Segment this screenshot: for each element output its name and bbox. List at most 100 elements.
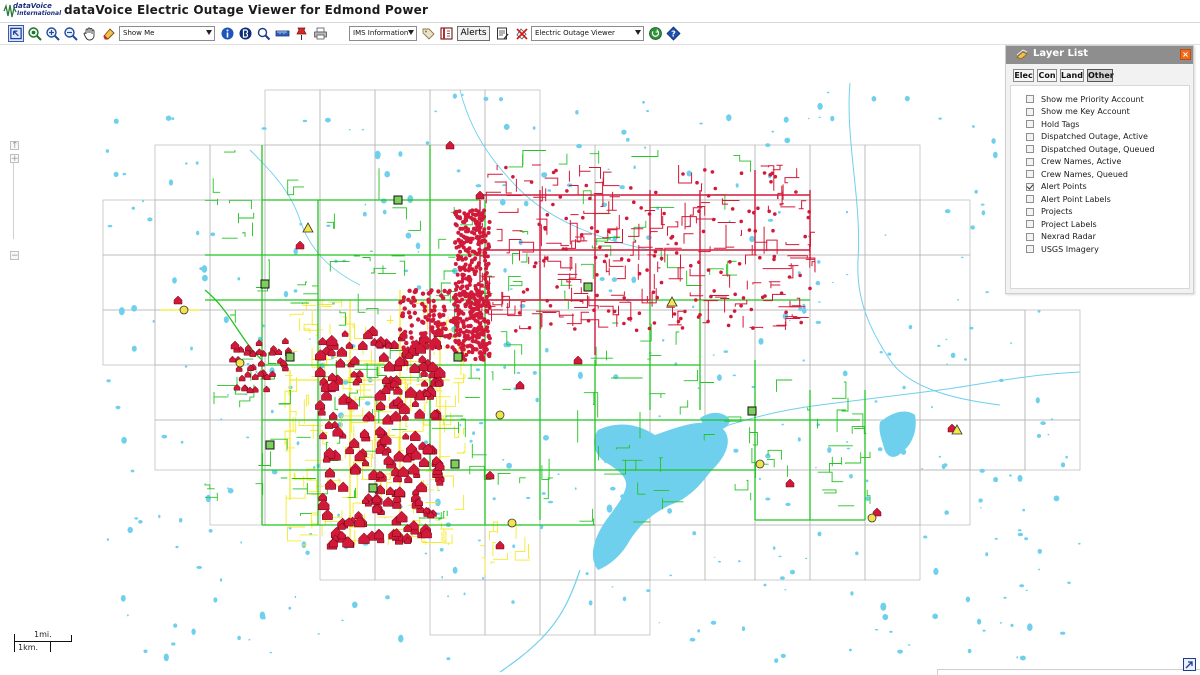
outage-point-icon[interactable] [683,309,687,314]
outage-point-icon[interactable] [477,247,482,252]
outage-point-icon[interactable] [595,293,599,298]
outage-point-icon[interactable] [529,180,534,184]
outage-point-icon[interactable] [458,249,463,254]
outage-point-icon[interactable] [674,251,679,255]
transformer-icon[interactable] [179,305,189,315]
outage-house-icon[interactable] [244,370,252,378]
outage-house-icon[interactable] [230,340,240,350]
outage-point-icon[interactable] [461,319,466,324]
outage-point-icon[interactable] [436,345,442,351]
outage-point-icon[interactable] [465,236,470,241]
outage-point-icon[interactable] [460,279,464,284]
hyperlink-icon[interactable] [237,25,253,42]
outage-point-icon[interactable] [747,209,751,214]
outage-house-icon[interactable] [324,420,333,429]
layer-row[interactable]: Dispatched Outage, Queued [1026,143,1155,155]
outage-house-icon[interactable] [327,372,337,382]
outage-point-icon[interactable] [647,326,652,331]
outage-point-icon[interactable] [441,326,446,331]
layer-checkbox[interactable] [1026,157,1034,166]
outage-point-icon[interactable] [787,275,792,279]
outage-point-icon[interactable] [706,268,711,272]
outage-point-icon[interactable] [637,271,642,276]
outage-point-icon[interactable] [709,294,713,299]
outage-point-icon[interactable] [470,331,475,336]
outage-point-icon[interactable] [453,338,458,344]
outage-point-icon[interactable] [436,320,441,325]
outage-point-icon[interactable] [452,302,457,307]
outage-point-icon[interactable] [756,206,760,210]
outage-point-icon[interactable] [470,335,475,340]
outage-point-icon[interactable] [466,268,471,273]
outage-point-icon[interactable] [645,268,649,272]
outage-point-icon[interactable] [484,266,488,271]
outage-point-icon[interactable] [670,234,675,239]
outage-point-icon[interactable] [470,208,475,213]
outage-point-icon[interactable] [465,229,470,234]
outage-point-icon[interactable] [808,286,812,291]
outage-point-icon[interactable] [659,256,664,261]
outage-point-icon[interactable] [456,230,461,235]
layer-row[interactable]: Show me Key Account [1026,106,1130,118]
outage-point-icon[interactable] [758,255,762,260]
outage-point-icon[interactable] [482,253,487,258]
outage-point-icon[interactable] [485,286,490,290]
outage-house-icon[interactable] [229,355,236,363]
outage-point-icon[interactable] [398,300,403,305]
outage-point-icon[interactable] [476,209,481,214]
outage-point-icon[interactable] [466,349,471,354]
outage-point-icon[interactable] [753,229,758,233]
outage-point-icon[interactable] [504,165,508,170]
outage-point-icon[interactable] [480,339,485,345]
outage-point-icon[interactable] [453,292,458,298]
outage-point-icon[interactable] [602,259,607,264]
layer-checkbox[interactable] [1026,145,1034,153]
outage-point-icon[interactable] [606,309,611,313]
outage-point-icon[interactable] [555,285,559,289]
print-icon[interactable] [312,25,328,42]
outage-point-icon[interactable] [408,314,413,320]
outage-house-icon[interactable] [383,496,394,507]
outage-point-icon[interactable] [672,312,677,316]
layer-row[interactable]: Dispatched Outage, Active [1026,131,1148,143]
outage-point-icon[interactable] [697,260,701,265]
outage-point-icon[interactable] [460,273,465,278]
outage-point-icon[interactable] [470,258,474,263]
outage-point-icon[interactable] [435,323,440,329]
tab-land[interactable]: Land [1060,69,1084,82]
outage-point-icon[interactable] [476,300,481,305]
tab-con[interactable]: Con [1037,69,1057,82]
outage-point-icon[interactable] [612,309,617,314]
outage-point-icon[interactable] [429,308,434,313]
layer-checkbox[interactable] [1026,95,1034,103]
zoom-out-icon[interactable] [62,25,78,42]
outage-point-icon[interactable] [662,211,666,216]
outage-point-icon[interactable] [592,308,596,313]
outage-point-icon[interactable] [607,229,611,234]
close-button[interactable]: × [1180,49,1191,60]
outage-point-icon[interactable] [626,258,631,263]
outage-point-icon[interactable] [409,335,414,340]
outage-point-icon[interactable] [485,319,491,324]
pan-hand-icon[interactable] [81,25,97,42]
zoom-out-button[interactable]: − [10,251,19,261]
overview-toggle-icon[interactable] [1183,658,1196,671]
outage-point-icon[interactable] [465,286,470,291]
outage-point-icon[interactable] [511,175,515,179]
outage-markers[interactable] [173,140,957,550]
outage-point-icon[interactable] [437,314,443,319]
outage-point-icon[interactable] [770,171,774,176]
outage-point-icon[interactable] [455,324,460,329]
outage-point-icon[interactable] [695,180,699,185]
outage-point-icon[interactable] [461,324,467,329]
outage-point-icon[interactable] [767,209,771,214]
switch-device-icon[interactable] [583,282,593,292]
outage-point-icon[interactable] [454,223,459,228]
outage-point-icon[interactable] [584,183,589,188]
outage-house-icon[interactable] [245,344,252,351]
outage-house-icon[interactable] [418,354,427,363]
outage-point-icon[interactable] [674,241,678,246]
outage-point-icon[interactable] [713,186,718,191]
outage-point-icon[interactable] [589,226,594,230]
outage-house-icon[interactable] [485,470,495,480]
